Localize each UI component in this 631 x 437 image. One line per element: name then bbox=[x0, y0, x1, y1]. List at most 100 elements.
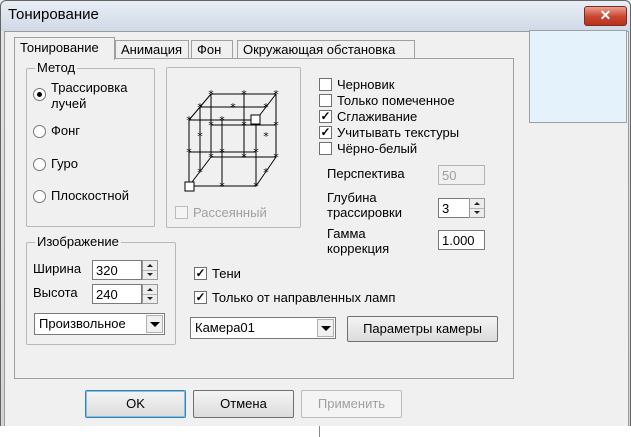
ray-tracing-cube-icon: * * * * * * * * * * * * * * * * * * * * * * * bbox=[184, 88, 279, 192]
height-spinner[interactable] bbox=[142, 284, 158, 304]
svg-text:*: * bbox=[186, 146, 192, 159]
checkbox-box bbox=[319, 78, 332, 91]
checkbox-box bbox=[319, 142, 332, 155]
spin-down-button[interactable] bbox=[143, 294, 157, 303]
window-title: Тонирование bbox=[8, 6, 99, 23]
arrow-down-icon bbox=[147, 297, 153, 300]
close-icon: ✕ bbox=[599, 7, 612, 23]
checkbox-label: Только от направленных ламп bbox=[212, 290, 396, 305]
cancel-button[interactable]: Отмена bbox=[193, 390, 294, 418]
apply-button[interactable]: Применить bbox=[301, 390, 402, 418]
svg-text:*: * bbox=[253, 180, 259, 192]
svg-text:*: * bbox=[273, 119, 279, 132]
tab-background[interactable]: Фон bbox=[191, 40, 233, 59]
radio-dot bbox=[33, 190, 46, 203]
arrow-down-icon bbox=[147, 273, 153, 276]
svg-text:*: * bbox=[208, 151, 214, 164]
checkbox-check: ✓ bbox=[319, 109, 332, 123]
checkbox-label: Чёрно-белый bbox=[337, 141, 418, 156]
width-spinner[interactable] bbox=[142, 260, 158, 280]
trace-depth-spinner[interactable] bbox=[469, 198, 485, 218]
checkbox-use-textures[interactable]: ✓ Учитывать текстуры bbox=[319, 125, 479, 141]
radio-label: Фонг bbox=[51, 123, 81, 138]
radio-dot bbox=[33, 88, 46, 101]
gamma-label: Гамма bbox=[327, 226, 366, 241]
divider bbox=[319, 426, 320, 437]
checkbox-check: ✓ bbox=[194, 266, 207, 280]
chevron-down-icon bbox=[150, 322, 160, 327]
camera-value: Камера01 bbox=[195, 320, 255, 335]
svg-text:*: * bbox=[263, 101, 269, 114]
width-field[interactable]: 320 bbox=[92, 260, 142, 280]
tab-label: Тонирование bbox=[20, 40, 99, 55]
title-bar[interactable]: Тонирование ✕ bbox=[1, 1, 630, 31]
radio-label: Гуро bbox=[51, 156, 78, 171]
width-label: Ширина bbox=[33, 261, 82, 276]
spin-down-button[interactable] bbox=[470, 208, 484, 217]
chevron-down-icon bbox=[321, 326, 331, 331]
size-preset-select[interactable]: Произвольное bbox=[34, 313, 165, 335]
svg-text:*: * bbox=[241, 119, 247, 132]
checkbox-antialiasing[interactable]: ✓ Сглаживание bbox=[319, 109, 439, 125]
checkbox-label: Черновик bbox=[337, 77, 395, 92]
svg-text:*: * bbox=[219, 180, 225, 192]
height-field[interactable]: 240 bbox=[92, 284, 142, 304]
svg-text:*: * bbox=[253, 146, 259, 159]
trace-depth-field[interactable]: 3 bbox=[438, 198, 470, 218]
radio-flat[interactable]: Плоскостной bbox=[33, 188, 143, 204]
tab-animation[interactable]: Анимация bbox=[115, 40, 189, 59]
svg-text:*: * bbox=[208, 119, 214, 132]
radio-dot bbox=[33, 158, 46, 171]
height-label: Высота bbox=[33, 285, 78, 300]
trace-depth-label: Глубина bbox=[327, 190, 377, 205]
svg-text:*: * bbox=[273, 151, 279, 164]
checkbox-check: ✓ bbox=[194, 290, 207, 304]
radio-gouraud[interactable]: Гуро bbox=[33, 156, 123, 172]
gamma-field[interactable]: 1.000 bbox=[438, 230, 485, 250]
svg-text:*: * bbox=[273, 88, 279, 101]
method-group-label: Метод bbox=[35, 60, 78, 76]
arrow-up-icon bbox=[147, 288, 153, 291]
tab-rendering[interactable]: Тонирование bbox=[14, 37, 115, 60]
checkbox-label: Рассеянный bbox=[193, 205, 267, 220]
radio-phong[interactable]: Фонг bbox=[33, 123, 123, 139]
ok-button[interactable]: OK bbox=[85, 390, 186, 418]
checkbox-box bbox=[175, 206, 188, 219]
tab-environment[interactable]: Окружающая обстановка bbox=[237, 40, 415, 59]
camera-params-button[interactable]: Параметры камеры bbox=[347, 316, 498, 342]
radio-ray-tracing[interactable]: Трассировка лучей bbox=[33, 80, 151, 114]
size-preset-value: Произвольное bbox=[39, 316, 126, 331]
taskbar-strip bbox=[0, 426, 631, 437]
svg-text:*: * bbox=[230, 101, 236, 114]
svg-text:*: * bbox=[197, 101, 203, 114]
arrow-up-icon bbox=[474, 202, 480, 205]
camera-select[interactable]: Камера01 bbox=[190, 317, 336, 339]
radio-label: Трассировка bbox=[51, 80, 128, 95]
checkbox-grayscale[interactable]: Чёрно-белый bbox=[319, 141, 439, 157]
dropdown-button[interactable] bbox=[317, 319, 334, 337]
tab-label: Фон bbox=[197, 42, 222, 57]
svg-text:*: * bbox=[241, 151, 247, 164]
checkbox-label: Тени bbox=[212, 266, 241, 281]
checkbox-directional-lights-only[interactable]: ✓ Только от направленных ламп bbox=[194, 290, 424, 306]
checkbox-draft[interactable]: Черновик bbox=[319, 77, 429, 93]
preview-panel bbox=[529, 30, 627, 123]
svg-text:*: * bbox=[197, 166, 203, 179]
perspective-field[interactable]: 50 bbox=[438, 165, 485, 185]
svg-text:*: * bbox=[219, 114, 225, 127]
gamma-label-line2: коррекция bbox=[327, 241, 390, 256]
svg-text:*: * bbox=[241, 88, 247, 101]
dropdown-button[interactable] bbox=[146, 315, 163, 333]
perspective-label: Перспектива bbox=[327, 166, 405, 181]
tab-label: Анимация bbox=[121, 42, 183, 57]
svg-text:*: * bbox=[219, 146, 225, 159]
spin-down-button[interactable] bbox=[143, 270, 157, 279]
checkbox-label: Учитывать текстуры bbox=[337, 125, 460, 140]
svg-text:*: * bbox=[263, 130, 269, 143]
close-button[interactable]: ✕ bbox=[584, 6, 627, 26]
checkbox-selected-only[interactable]: Только помеченное bbox=[319, 93, 479, 109]
checkbox-shadows[interactable]: ✓ Тени bbox=[194, 266, 264, 282]
diffuse-checkbox[interactable]: Рассеянный bbox=[175, 205, 285, 221]
tab-label: Окружающая обстановка bbox=[243, 42, 396, 57]
checkbox-check: ✓ bbox=[319, 125, 332, 139]
